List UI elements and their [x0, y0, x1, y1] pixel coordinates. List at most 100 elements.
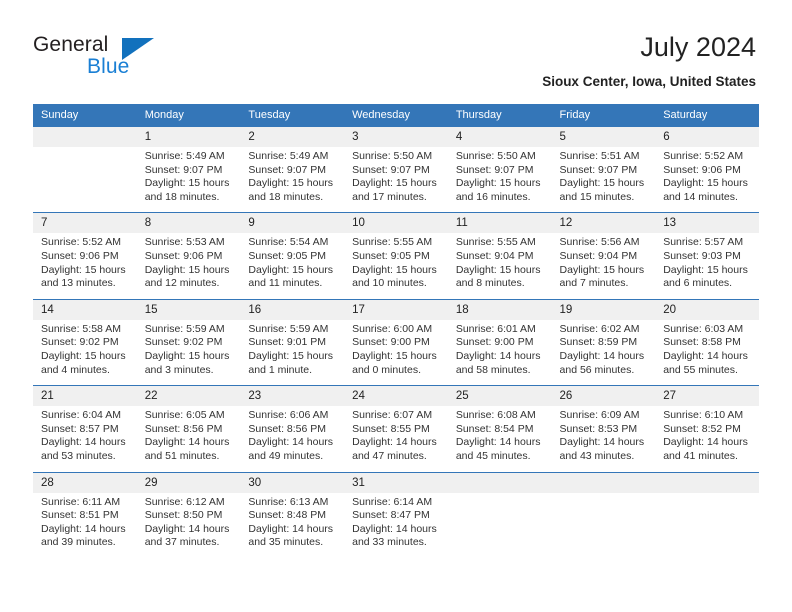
daylight-text-line2: and 18 minutes.: [144, 190, 220, 203]
day-cell[interactable]: Sunrise: 5:55 AM Sunset: 9:04 PM Daylight:…: [447, 233, 552, 300]
day-cell[interactable]: Sunrise: 6:08 AM Sunset: 8:54 PM Daylight:…: [447, 406, 552, 472]
daylight-text-line1: Daylight: 15 hours: [352, 263, 437, 276]
day-cell[interactable]: Sunrise: 6:14 AM Sunset: 8:47 PM Daylight:…: [344, 492, 448, 558]
calendar-table: Sunday Monday Tuesday Wednesday Thursday…: [33, 104, 759, 558]
day-cell[interactable]: Sunrise: 6:00 AM Sunset: 9:00 PM Daylight:…: [344, 319, 448, 386]
day-cell[interactable]: Sunrise: 5:55 AM Sunset: 9:05 PM Daylight:…: [344, 233, 448, 300]
day-number[interactable]: 30: [240, 471, 345, 493]
day-cell[interactable]: Sunrise: 5:50 AM Sunset: 9:07 PM Daylight:…: [447, 147, 552, 213]
day-cell[interactable]: Sunrise: 5:58 AM Sunset: 9:02 PM Daylight:…: [33, 319, 137, 386]
day-number[interactable]: 28: [33, 471, 137, 493]
day-cell[interactable]: Sunrise: 6:01 AM Sunset: 9:00 PM Daylight:…: [447, 319, 552, 386]
day-cell[interactable]: Sunrise: 5:49 AM Sunset: 9:07 PM Daylight:…: [136, 147, 241, 213]
calendar-week-daynumbers: 21 22 23 24 25 26 27: [33, 385, 759, 407]
daylight-text-line2: and 11 minutes.: [248, 277, 323, 290]
day-number[interactable]: 29: [136, 471, 241, 493]
day-cell[interactable]: Sunrise: 5:54 AM Sunset: 9:05 PM Daylight:…: [240, 233, 345, 300]
day-number[interactable]: 24: [344, 385, 448, 407]
sunrise-text: Sunrise: 5:55 AM: [455, 236, 536, 249]
day-number[interactable]: 4: [447, 126, 552, 147]
day-number[interactable]: 12: [551, 212, 656, 234]
day-cell[interactable]: Sunrise: 5:51 AM Sunset: 9:07 PM Daylight:…: [551, 147, 656, 213]
calendar-week-details: Sunrise: 6:04 AM Sunset: 8:57 PM Daylight:…: [33, 406, 759, 472]
daylight-text-line1: Daylight: 14 hours: [248, 436, 334, 449]
day-cell[interactable]: Sunrise: 6:06 AM Sunset: 8:56 PM Daylight:…: [240, 406, 345, 472]
day-number[interactable]: 15: [136, 298, 241, 320]
day-number[interactable]: 19: [551, 298, 656, 320]
day-number[interactable]: 11: [447, 212, 552, 234]
brand-logo[interactable]: General Blue: [33, 33, 163, 81]
calendar-week-daynumbers: 123456: [33, 126, 759, 147]
day-cell[interactable]: Sunrise: 6:04 AM Sunset: 8:57 PM Daylight:…: [33, 406, 137, 472]
sunrise-text: Sunrise: 6:02 AM: [559, 322, 640, 335]
day-number[interactable]: 21: [33, 385, 137, 407]
day-cell[interactable]: Sunrise: 6:13 AM Sunset: 8:48 PM Daylight:…: [240, 492, 345, 558]
day-number[interactable]: 20: [655, 298, 759, 320]
day-number[interactable]: 27: [655, 385, 759, 407]
sunrise-text: Sunrise: 6:04 AM: [41, 409, 121, 422]
day-number[interactable]: 5: [551, 126, 656, 147]
day-number[interactable]: 2: [240, 126, 345, 147]
day-cell[interactable]: Sunrise: 5:57 AM Sunset: 9:03 PM Daylight:…: [655, 233, 759, 300]
sunrise-text: Sunrise: 6:09 AM: [559, 409, 640, 422]
sunrise-text: Sunrise: 6:11 AM: [41, 495, 121, 508]
day-cell[interactable]: Sunrise: 5:52 AM Sunset: 9:06 PM Daylight:…: [655, 147, 759, 213]
sunrise-text: Sunrise: 5:56 AM: [559, 236, 640, 249]
day-cell[interactable]: Sunrise: 5:59 AM Sunset: 9:01 PM Daylight:…: [240, 319, 345, 386]
day-number[interactable]: 26: [551, 385, 656, 407]
day-cell[interactable]: Sunrise: 6:12 AM Sunset: 8:50 PM Daylight:…: [136, 492, 241, 558]
day-number[interactable]: 7: [33, 212, 137, 234]
day-number[interactable]: 9: [240, 212, 345, 234]
day-number[interactable]: 14: [33, 298, 137, 320]
day-number[interactable]: 23: [240, 385, 345, 407]
page-subtitle: Sioux Center, Iowa, United States: [542, 74, 756, 89]
sunset-text: Sunset: 9:04 PM: [455, 249, 534, 262]
day-number[interactable]: 18: [447, 298, 552, 320]
sunrise-text: Sunrise: 5:52 AM: [663, 150, 744, 162]
daylight-text-line2: and 18 minutes.: [248, 190, 324, 203]
title-block: July 2024 Sioux Center, Iowa, United Sta…: [542, 30, 756, 90]
day-number-empty: [447, 471, 552, 493]
day-number[interactable]: 25: [447, 385, 552, 407]
day-cell[interactable]: Sunrise: 6:02 AM Sunset: 8:59 PM Daylight:…: [551, 319, 656, 386]
day-number[interactable]: 1: [136, 126, 241, 147]
day-number[interactable]: 22: [136, 385, 241, 407]
day-cell[interactable]: Sunrise: 5:52 AM Sunset: 9:06 PM Daylight:…: [33, 233, 137, 300]
daylight-text-line2: and 0 minutes.: [352, 363, 421, 376]
day-cell[interactable]: Sunrise: 6:05 AM Sunset: 8:56 PM Daylight:…: [136, 406, 241, 472]
day-cell[interactable]: Sunrise: 5:50 AM Sunset: 9:07 PM Daylight:…: [344, 147, 448, 213]
day-number[interactable]: 8: [136, 212, 241, 234]
sunset-text: Sunset: 9:02 PM: [144, 336, 223, 349]
day-cell-empty: [655, 492, 759, 558]
day-cell[interactable]: Sunrise: 6:11 AM Sunset: 8:51 PM Daylight:…: [33, 492, 137, 558]
daylight-text-line1: Daylight: 15 hours: [248, 177, 334, 190]
day-number[interactable]: 17: [344, 298, 448, 320]
day-cell[interactable]: Sunrise: 6:07 AM Sunset: 8:55 PM Daylight:…: [344, 406, 448, 472]
sunrise-text: Sunrise: 6:14 AM: [352, 495, 433, 508]
daylight-text-line1: Daylight: 15 hours: [559, 177, 645, 190]
day-number[interactable]: 3: [344, 126, 448, 147]
day-number[interactable]: 6: [655, 126, 759, 147]
day-number[interactable]: 13: [655, 212, 759, 234]
day-cell[interactable]: Sunrise: 5:53 AM Sunset: 9:06 PM Daylight:…: [136, 233, 241, 300]
day-cell[interactable]: Sunrise: 6:10 AM Sunset: 8:52 PM Daylight:…: [655, 406, 759, 472]
daylight-text-line2: and 8 minutes.: [455, 277, 525, 290]
day-cell[interactable]: Sunrise: 6:09 AM Sunset: 8:53 PM Daylight:…: [551, 406, 656, 472]
day-number[interactable]: 16: [240, 298, 345, 320]
sunset-text: Sunset: 9:05 PM: [248, 249, 327, 262]
day-cell[interactable]: Sunrise: 5:56 AM Sunset: 9:04 PM Daylight:…: [551, 233, 656, 300]
sunset-text: Sunset: 9:07 PM: [352, 163, 430, 176]
sunset-text: Sunset: 8:50 PM: [144, 509, 223, 522]
day-number[interactable]: 10: [344, 212, 448, 234]
calendar-week-details: Sunrise: 5:49 AM Sunset: 9:07 PM Daylight:…: [33, 147, 759, 213]
day-cell[interactable]: Sunrise: 6:03 AM Sunset: 8:58 PM Daylight:…: [655, 319, 759, 386]
sunset-text: Sunset: 8:48 PM: [248, 509, 327, 522]
day-cell[interactable]: Sunrise: 5:59 AM Sunset: 9:02 PM Daylight:…: [136, 319, 241, 386]
sunrise-text: Sunrise: 6:06 AM: [248, 409, 329, 422]
day-cell[interactable]: Sunrise: 5:49 AM Sunset: 9:07 PM Daylight:…: [240, 147, 345, 213]
day-number[interactable]: 31: [344, 471, 448, 493]
sunset-text: Sunset: 8:57 PM: [41, 422, 119, 435]
daylight-text-line1: Daylight: 15 hours: [144, 263, 230, 276]
daylight-text-line2: and 3 minutes.: [144, 363, 214, 376]
daylight-text-line1: Daylight: 15 hours: [663, 177, 748, 190]
